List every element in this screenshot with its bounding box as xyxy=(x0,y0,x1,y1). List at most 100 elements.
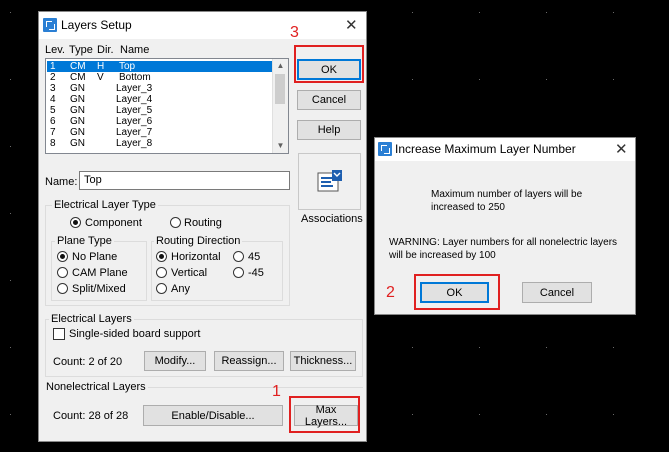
scroll-thumb[interactable] xyxy=(275,74,285,104)
list-scrollbar[interactable]: ▲ ▼ xyxy=(272,59,288,153)
modify-button[interactable]: Modify... xyxy=(144,351,206,371)
column-header-name: Name xyxy=(120,44,150,56)
highlight-box-step2 xyxy=(414,274,500,310)
layer-name: Bottom xyxy=(119,72,151,83)
no-plane-radio[interactable] xyxy=(57,251,68,262)
layer-row[interactable]: 2 CM V Bottom xyxy=(47,72,272,83)
layer-type: GN xyxy=(70,83,85,94)
layer-lev: 2 xyxy=(50,72,56,83)
layer-lev: 1 xyxy=(50,61,56,72)
layer-dir: V xyxy=(97,72,104,83)
associations-button[interactable] xyxy=(298,153,361,210)
pads-app-icon xyxy=(378,142,392,156)
warning-line: will be increased by 100 xyxy=(389,250,496,261)
layer-row[interactable]: 1 CM H Top xyxy=(47,61,272,72)
layer-lev: 4 xyxy=(50,94,56,105)
layer-row[interactable]: 4 GN Layer_4 xyxy=(47,94,272,105)
layer-lev: 6 xyxy=(50,116,56,127)
nonelectrical-count: Count: 28 of 28 xyxy=(53,410,129,422)
routing-radio[interactable] xyxy=(170,217,181,228)
electrical-count: Count: 2 of 20 xyxy=(53,356,123,368)
deg-minus45-label: -45 xyxy=(248,267,264,279)
layer-row[interactable]: 5 GN Layer_5 xyxy=(47,105,272,116)
thickness-button[interactable]: Thickness... xyxy=(290,351,356,371)
cam-plane-radio[interactable] xyxy=(57,267,68,278)
title-bar[interactable]: Increase Maximum Layer Number ✕ xyxy=(375,138,635,161)
layer-row[interactable]: 8 GN Layer_8 xyxy=(47,138,272,149)
highlight-box-step1 xyxy=(289,396,360,433)
close-icon[interactable]: ✕ xyxy=(615,142,628,157)
help-button[interactable]: Help xyxy=(297,120,361,140)
group-title: Electrical Layers xyxy=(49,313,134,325)
name-field[interactable]: Top xyxy=(79,171,290,190)
deg45-radio[interactable] xyxy=(233,251,244,262)
layer-lev: 5 xyxy=(50,105,56,116)
enable-disable-button[interactable]: Enable/Disable... xyxy=(143,405,283,426)
layer-list[interactable]: 1 CM H Top 2 CM V Bottom 3 GN Layer_3 4 … xyxy=(45,58,289,154)
layer-type: GN xyxy=(70,138,85,149)
scroll-down-icon[interactable]: ▼ xyxy=(273,139,288,153)
layer-type: CM xyxy=(70,61,86,72)
component-label: Component xyxy=(85,217,142,229)
layer-lev: 3 xyxy=(50,83,56,94)
routing-label: Routing xyxy=(184,217,222,229)
layer-type: GN xyxy=(70,116,85,127)
group-title: Nonelectrical Layers xyxy=(44,381,148,393)
group-title: Routing Direction xyxy=(154,235,243,247)
layer-type: GN xyxy=(70,127,85,138)
step-number-2: 2 xyxy=(386,284,395,301)
layer-name: Layer_3 xyxy=(116,83,153,94)
any-radio[interactable] xyxy=(156,283,167,294)
group-title: Plane Type xyxy=(55,235,114,247)
layer-row[interactable]: 3 GN Layer_3 xyxy=(47,83,272,94)
highlight-box-step3 xyxy=(294,45,364,83)
group-title: Electrical Layer Type xyxy=(52,199,158,211)
layer-name: Layer_4 xyxy=(116,94,153,105)
layer-type: CM xyxy=(70,72,86,83)
layer-name: Layer_5 xyxy=(116,105,153,116)
close-icon[interactable]: ✕ xyxy=(345,18,358,33)
no-plane-label: No Plane xyxy=(72,251,118,263)
layer-name: Layer_7 xyxy=(116,127,153,138)
split-mixed-radio[interactable] xyxy=(57,283,68,294)
component-radio[interactable] xyxy=(70,217,81,228)
vertical-label: Vertical xyxy=(171,267,208,279)
cancel-button[interactable]: Cancel xyxy=(297,90,361,110)
single-sided-label: Single-sided board support xyxy=(69,328,201,340)
vertical-radio[interactable] xyxy=(156,267,167,278)
layer-name: Layer_8 xyxy=(116,138,153,149)
horizontal-label: Horizontal xyxy=(171,251,221,263)
column-header-type: Type xyxy=(69,44,93,56)
message-line: increased to 250 xyxy=(431,202,505,213)
dialog-title: Layers Setup xyxy=(61,18,132,32)
layer-lev: 8 xyxy=(50,138,56,149)
dialog-title: Increase Maximum Layer Number xyxy=(395,142,576,156)
title-bar[interactable]: Layers Setup ✕ xyxy=(39,12,366,39)
warning-line: WARNING: Layer numbers for all nonelectr… xyxy=(389,237,618,248)
layer-row[interactable]: 6 GN Layer_6 xyxy=(47,116,272,127)
column-header-lev: Lev. xyxy=(45,44,65,56)
layer-type: GN xyxy=(70,94,85,105)
layer-row[interactable]: 7 GN Layer_7 xyxy=(47,127,272,138)
layer-type: GN xyxy=(70,105,85,116)
associations-label: Associations xyxy=(301,213,363,225)
layer-name: Top xyxy=(119,61,136,72)
layer-name: Layer_6 xyxy=(116,116,153,127)
cam-plane-label: CAM Plane xyxy=(72,267,128,279)
layer-dir: H xyxy=(97,61,105,72)
split-mixed-label: Split/Mixed xyxy=(72,283,126,295)
associations-icon xyxy=(317,169,342,191)
reassign-button[interactable]: Reassign... xyxy=(214,351,284,371)
pads-app-icon xyxy=(43,18,57,32)
name-label: Name: xyxy=(45,176,78,188)
deg-minus45-radio[interactable] xyxy=(233,267,244,278)
message-line: Maximum number of layers will be xyxy=(431,189,583,200)
cancel-button[interactable]: Cancel xyxy=(522,282,592,303)
single-sided-checkbox[interactable] xyxy=(53,328,65,340)
step-number-1: 1 xyxy=(272,383,281,400)
scroll-up-icon[interactable]: ▲ xyxy=(273,59,288,73)
horizontal-radio[interactable] xyxy=(156,251,167,262)
layer-lev: 7 xyxy=(50,127,56,138)
deg45-label: 45 xyxy=(248,251,261,263)
any-label: Any xyxy=(171,283,190,295)
